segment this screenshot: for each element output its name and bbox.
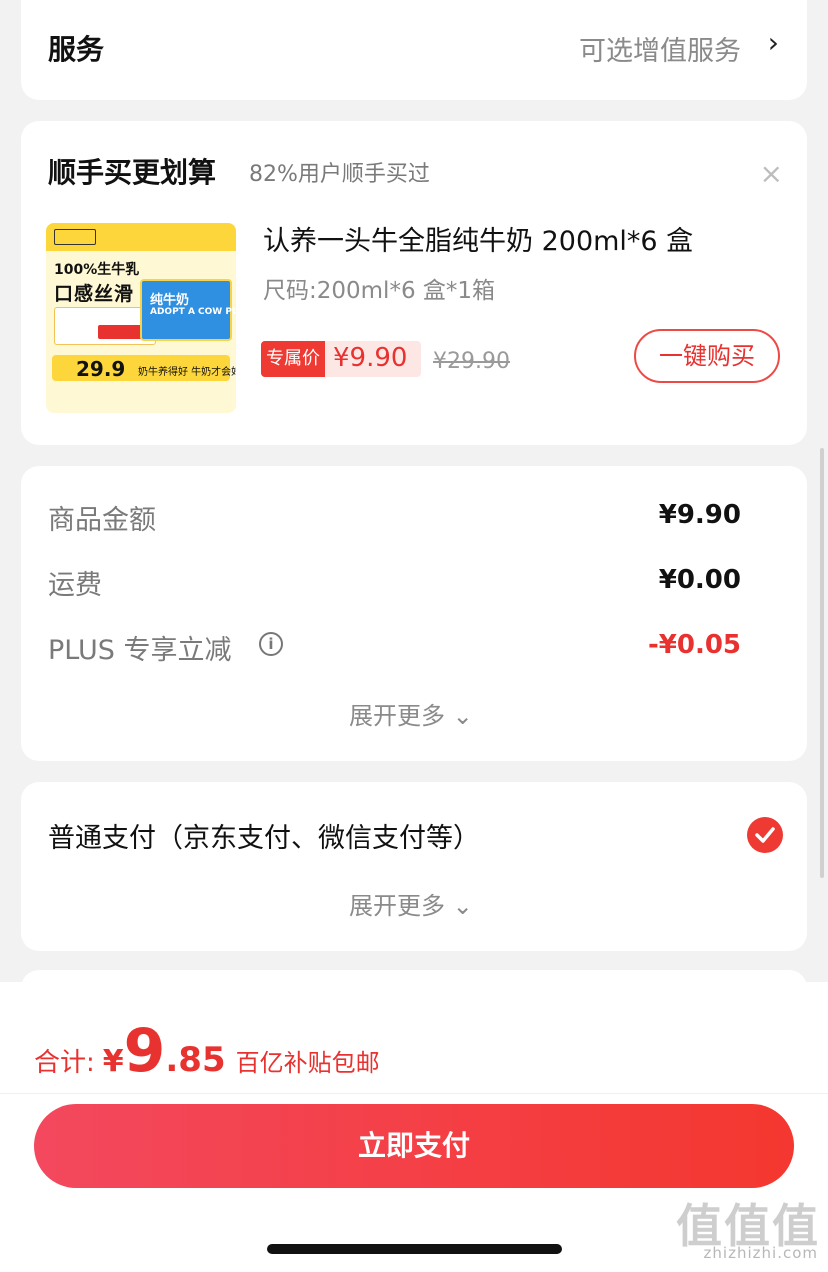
amounts-card: 商品金额 ¥9.90 运费 ¥0.00 PLUS 专享立减 i -¥0.05 展… (21, 466, 807, 761)
product-spec: 尺码:200ml*6 盒*1箱 (263, 278, 496, 304)
plus-discount-value: -¥0.05 (647, 630, 741, 660)
image-price: 29.9 (76, 357, 126, 381)
product-name[interactable]: 认养一头牛全脂纯牛奶 200ml*6 盒 (263, 219, 693, 258)
exclusive-price: ¥9.90 (333, 343, 408, 373)
exclusive-tag: 专属价 (261, 341, 325, 377)
brand-logo (54, 229, 96, 245)
upsell-subtitle: 82%用户顺手买过 (249, 162, 430, 187)
subsidy-note: 百亿补贴包邮 (235, 1049, 380, 1077)
plus-discount-label: PLUS 专享立减 (48, 635, 232, 666)
checkmark-icon[interactable] (747, 817, 783, 853)
original-price: ¥29.90 (433, 349, 510, 374)
chevron-right-icon[interactable]: › (768, 26, 779, 59)
watermark-domain: zhizhizhi.com (703, 1244, 818, 1262)
upsell-title: 顺手买更划算 (48, 156, 217, 189)
payment-expand-more-button[interactable]: 展开更多 ⌄ (349, 886, 473, 921)
exclusive-price-badge: 专属价 ¥9.90 (261, 341, 421, 377)
image-slogan: 奶牛养得好 牛奶才会好 (138, 367, 236, 378)
milk-box-subtitle: ADOPT A COW PURE MILK (150, 307, 236, 317)
home-indicator[interactable] (267, 1244, 562, 1254)
milk-box-title: 纯牛奶 (150, 293, 190, 308)
close-icon[interactable]: × (760, 157, 783, 190)
service-value[interactable]: 可选增值服务 (579, 29, 741, 68)
divider (0, 1093, 828, 1094)
currency-symbol: ¥ (102, 1044, 124, 1079)
subtotal-value: ¥9.90 (658, 500, 741, 530)
payment-card[interactable]: 普通支付（京东支付、微信支付等） 展开更多 ⌄ (21, 782, 807, 951)
total-amount: 合计: ¥9.85 百亿补贴包邮 (34, 1016, 380, 1086)
image-headline: 100%生牛乳 (54, 262, 140, 278)
total-integer: 9 (123, 1016, 166, 1086)
payment-method-label[interactable]: 普通支付（京东支付、微信支付等） (48, 816, 480, 855)
info-icon[interactable]: i (259, 632, 283, 656)
total-label: 合计: (34, 1048, 95, 1078)
expand-more-button[interactable]: 展开更多 ⌄ (349, 696, 473, 731)
subtotal-label: 商品金额 (48, 505, 156, 536)
total-decimal: .85 (165, 1040, 226, 1080)
service-title: 服务 (48, 33, 105, 66)
scrollbar[interactable] (820, 448, 824, 878)
shipping-value: ¥0.00 (658, 565, 741, 595)
service-card[interactable]: 服务 可选增值服务 › (21, 0, 807, 100)
one-click-buy-button[interactable]: 一键购买 (634, 329, 780, 383)
shipping-label: 运费 (48, 570, 102, 601)
pay-now-button[interactable]: 立即支付 (34, 1104, 794, 1188)
image-tagline: 口感丝滑 (54, 283, 135, 305)
product-image[interactable]: 100%生牛乳 口感丝滑 纯牛奶 ADOPT A COW PURE MILK 2… (46, 223, 236, 413)
upsell-card: 顺手买更划算 82%用户顺手买过 × 100%生牛乳 口感丝滑 纯牛奶 ADOP… (21, 121, 807, 445)
